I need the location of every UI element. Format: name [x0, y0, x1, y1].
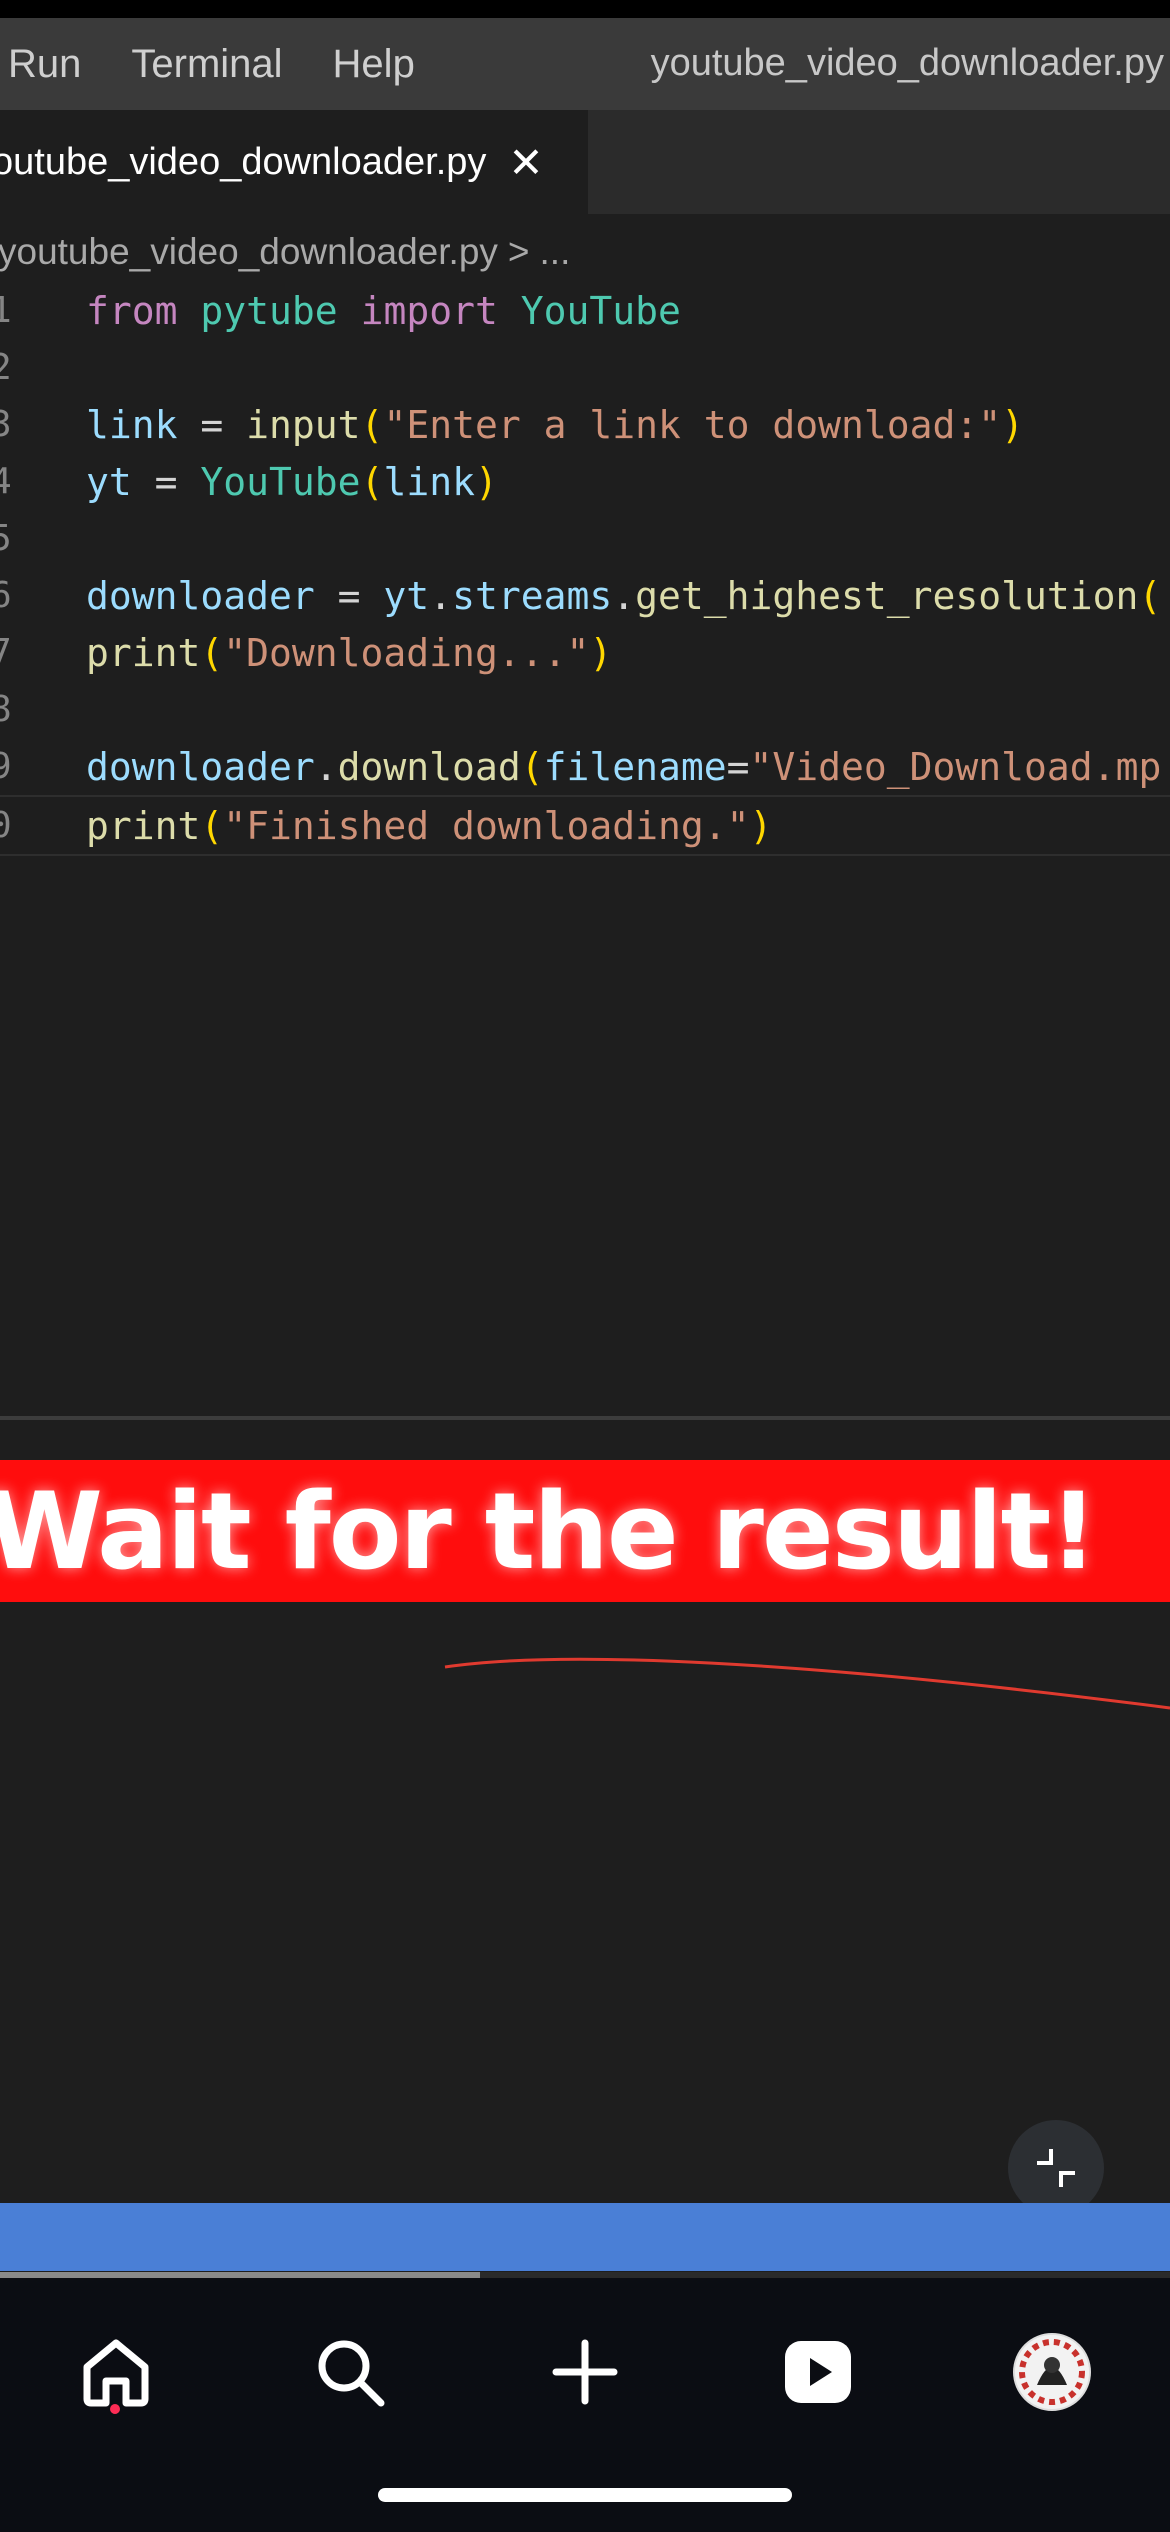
code-text: print("Finished downloading.") — [86, 804, 772, 848]
line-number: 2 — [0, 347, 12, 388]
line-number: 3 — [0, 404, 12, 445]
breadcrumb-separator: > — [507, 231, 530, 272]
code-token: "Downloading..." — [223, 630, 590, 675]
code-text: downloader = yt.streams.get_highest_reso… — [86, 574, 1161, 618]
code-token: downloader — [86, 573, 315, 618]
line-number: 6 — [0, 575, 12, 616]
search-icon[interactable] — [300, 2322, 400, 2422]
code-text: print("Downloading...") — [86, 631, 612, 675]
code-token: = — [177, 402, 247, 447]
code-token: ) — [474, 459, 498, 504]
code-line[interactable]: 9 downloader.download(filename="Video_Dow… — [0, 738, 1170, 795]
code-token: from — [86, 288, 178, 333]
code-token: = — [726, 744, 750, 789]
code-token: ) — [589, 630, 613, 675]
menu-run[interactable]: Run — [8, 42, 81, 87]
caption-banner: Wait for the result! — [0, 1460, 1170, 1602]
code-token: link — [86, 402, 178, 447]
code-text: downloader.download(filename="Video_Down… — [86, 745, 1161, 789]
active-indicator-dot — [110, 2404, 120, 2414]
code-token: ( — [1138, 573, 1162, 618]
code-token: ) — [1001, 402, 1025, 447]
inbox-play-icon[interactable] — [768, 2322, 868, 2422]
code-line[interactable]: 6 downloader = yt.streams.get_highest_res… — [0, 567, 1170, 624]
code-token: input — [246, 402, 361, 447]
code-token: ) — [749, 803, 773, 848]
tab-label: outube_video_downloader.py — [0, 140, 487, 183]
code-line[interactable]: 0 print("Finished downloading.") — [0, 795, 1170, 856]
code-token: . — [429, 573, 453, 618]
tab-youtube-downloader[interactable]: outube_video_downloader.py ✕ — [0, 110, 588, 214]
code-token: "Finished downloading." — [223, 803, 750, 848]
code-token: download — [337, 744, 521, 789]
code-token: YouTube — [520, 288, 681, 333]
code-token: print — [86, 803, 201, 848]
code-line[interactable]: 7 print("Downloading...") — [0, 624, 1170, 681]
code-token: link — [383, 459, 475, 504]
code-token: ( — [360, 459, 384, 504]
close-icon[interactable]: ✕ — [508, 138, 543, 187]
caption-text: Wait for the result! — [0, 1469, 1098, 1593]
profile-avatar[interactable] — [1002, 2322, 1102, 2422]
code-token: ( — [200, 803, 224, 848]
code-token: . — [612, 573, 636, 618]
code-line[interactable]: 1 from pytube import YouTube — [0, 282, 1170, 339]
code-text: link = input("Enter a link to download:"… — [86, 403, 1024, 447]
code-token: "Enter a link to download:" — [383, 402, 1002, 447]
line-number: 0 — [0, 805, 12, 846]
code-token: = — [131, 459, 201, 504]
code-token: yt — [86, 459, 132, 504]
code-token: = — [314, 573, 384, 618]
code-line[interactable]: 2 — [0, 339, 1170, 396]
code-token: print — [86, 630, 201, 675]
create-icon[interactable] — [535, 2322, 635, 2422]
code-token: ( — [520, 744, 544, 789]
code-token: yt — [383, 573, 430, 618]
code-text: from pytube import YouTube — [86, 289, 681, 333]
menu-help[interactable]: Help — [333, 42, 415, 87]
code-line[interactable]: 5 — [0, 510, 1170, 567]
video-frame-bar — [0, 2203, 1170, 2271]
code-token: "Video_Download.mp — [749, 744, 1162, 789]
window-title: youtube_video_downloader.py — [650, 42, 1164, 84]
exit-fullscreen-button[interactable] — [1008, 2120, 1104, 2216]
code-editor[interactable]: 1 from pytube import YouTube 2 3 link = inpu… — [0, 282, 1170, 856]
code-token: get_highest_resolution — [635, 573, 1139, 618]
code-token: filename — [543, 744, 727, 789]
code-token: ( — [200, 630, 224, 675]
code-token: . — [314, 744, 338, 789]
code-line[interactable]: 4 yt = YouTube(link) — [0, 453, 1170, 510]
breadcrumb-file[interactable]: youtube_video_downloader.py — [0, 231, 498, 273]
home-indicator — [378, 2488, 792, 2502]
breadcrumb: youtube_video_downloader.py > ... — [0, 222, 570, 282]
menu-bar: Run Terminal Help youtube_video_download… — [0, 18, 1170, 110]
code-line[interactable]: 3 link = input("Enter a link to download:… — [0, 396, 1170, 453]
tab-bar: outube_video_downloader.py ✕ — [0, 110, 1170, 214]
code-token: pytube — [200, 288, 338, 333]
line-number: 1 — [0, 290, 12, 331]
line-number: 5 — [0, 518, 12, 559]
line-number: 4 — [0, 461, 12, 502]
code-token: import — [360, 288, 498, 333]
line-number: 7 — [0, 632, 12, 673]
line-number: 9 — [0, 746, 12, 787]
code-token: ( — [360, 402, 384, 447]
code-token: downloader — [86, 744, 315, 789]
code-token: YouTube — [200, 459, 361, 504]
code-token: streams — [452, 573, 613, 618]
panel-divider[interactable] — [0, 1416, 1170, 1420]
status-strip — [0, 0, 1170, 18]
menu-terminal[interactable]: Terminal — [131, 42, 282, 87]
red-annotation-line — [444, 1657, 1170, 1710]
code-line[interactable]: 8 — [0, 681, 1170, 738]
line-number: 8 — [0, 689, 12, 730]
breadcrumb-more[interactable]: ... — [540, 231, 571, 273]
code-text: yt = YouTube(link) — [86, 460, 498, 504]
collapse-icon — [1037, 2149, 1075, 2187]
